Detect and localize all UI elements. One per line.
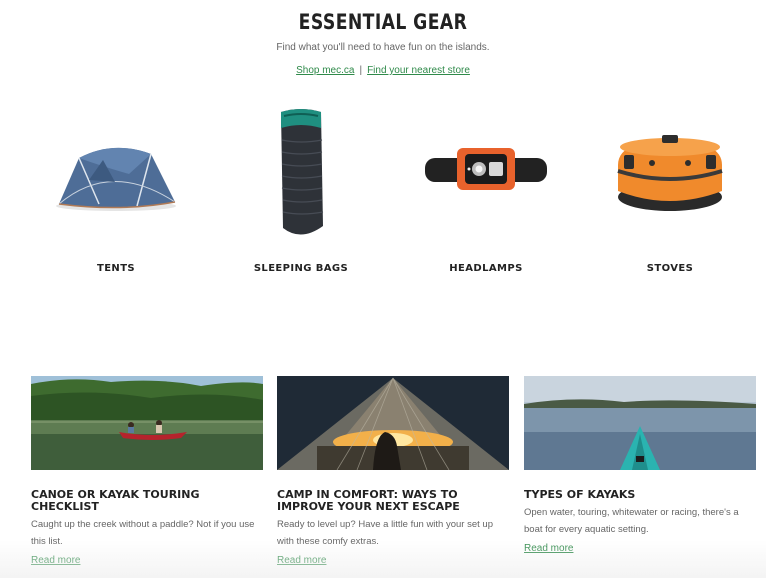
kayak-bow-water-photo[interactable] — [524, 376, 756, 470]
article-card: CANOE OR KAYAK TOURING CHECKLIST Caught … — [31, 376, 263, 568]
tent-image — [26, 100, 206, 240]
shop-link[interactable]: Shop mec.ca — [296, 65, 354, 76]
category-tents[interactable]: TENTS — [26, 100, 206, 280]
article-description: Open water, touring, whitewater or racin… — [524, 507, 739, 535]
category-label: SLEEPING BAGS — [253, 263, 349, 274]
category-headlamps[interactable]: HEADLAMPS — [396, 100, 576, 280]
headlamp-image — [396, 100, 576, 240]
page-title: ESSENTIAL GEAR — [298, 10, 468, 34]
gear-categories: TENTS SLEEPING BAGS HEADLAMPS STOVES — [0, 100, 766, 290]
page-header: ESSENTIAL GEAR Find what you'll need to … — [0, 8, 766, 76]
category-sleeping-bags[interactable]: SLEEPING BAGS — [211, 100, 391, 280]
article-description: Caught up the creek without a paddle? No… — [31, 519, 255, 547]
article-card: TYPES OF KAYAKS Open water, touring, whi… — [524, 376, 756, 556]
tent-sunset-photo[interactable] — [277, 376, 509, 470]
category-label: STOVES — [646, 263, 694, 274]
category-label: TENTS — [96, 263, 136, 274]
page-subtitle: Find what you'll need to have fun on the… — [276, 42, 490, 53]
article-card: CAMP IN COMFORT: WAYS TO IMPROVE YOUR NE… — [277, 376, 509, 568]
canoe-on-lake-photo[interactable] — [31, 376, 263, 470]
sleeping-bag-image — [211, 104, 391, 244]
article-title[interactable]: TYPES OF KAYAKS — [524, 489, 756, 501]
article-cards: CANOE OR KAYAK TOURING CHECKLIST Caught … — [0, 376, 766, 578]
category-label: HEADLAMPS — [449, 263, 523, 274]
article-title[interactable]: CAMP IN COMFORT: WAYS TO IMPROVE YOUR NE… — [277, 489, 509, 513]
store-locator-link[interactable]: Find your nearest store — [367, 65, 470, 76]
read-more-link[interactable]: Read more — [277, 555, 326, 566]
article-title[interactable]: CANOE OR KAYAK TOURING CHECKLIST — [31, 489, 263, 513]
header-links: Shop mec.ca | Find your nearest store — [0, 65, 766, 76]
article-description: Ready to level up? Have a little fun wit… — [277, 519, 493, 547]
read-more-link[interactable]: Read more — [31, 555, 80, 566]
category-stoves[interactable]: STOVES — [580, 100, 760, 280]
read-more-link[interactable]: Read more — [524, 543, 573, 554]
link-separator: | — [359, 65, 363, 76]
stove-image — [580, 100, 760, 240]
